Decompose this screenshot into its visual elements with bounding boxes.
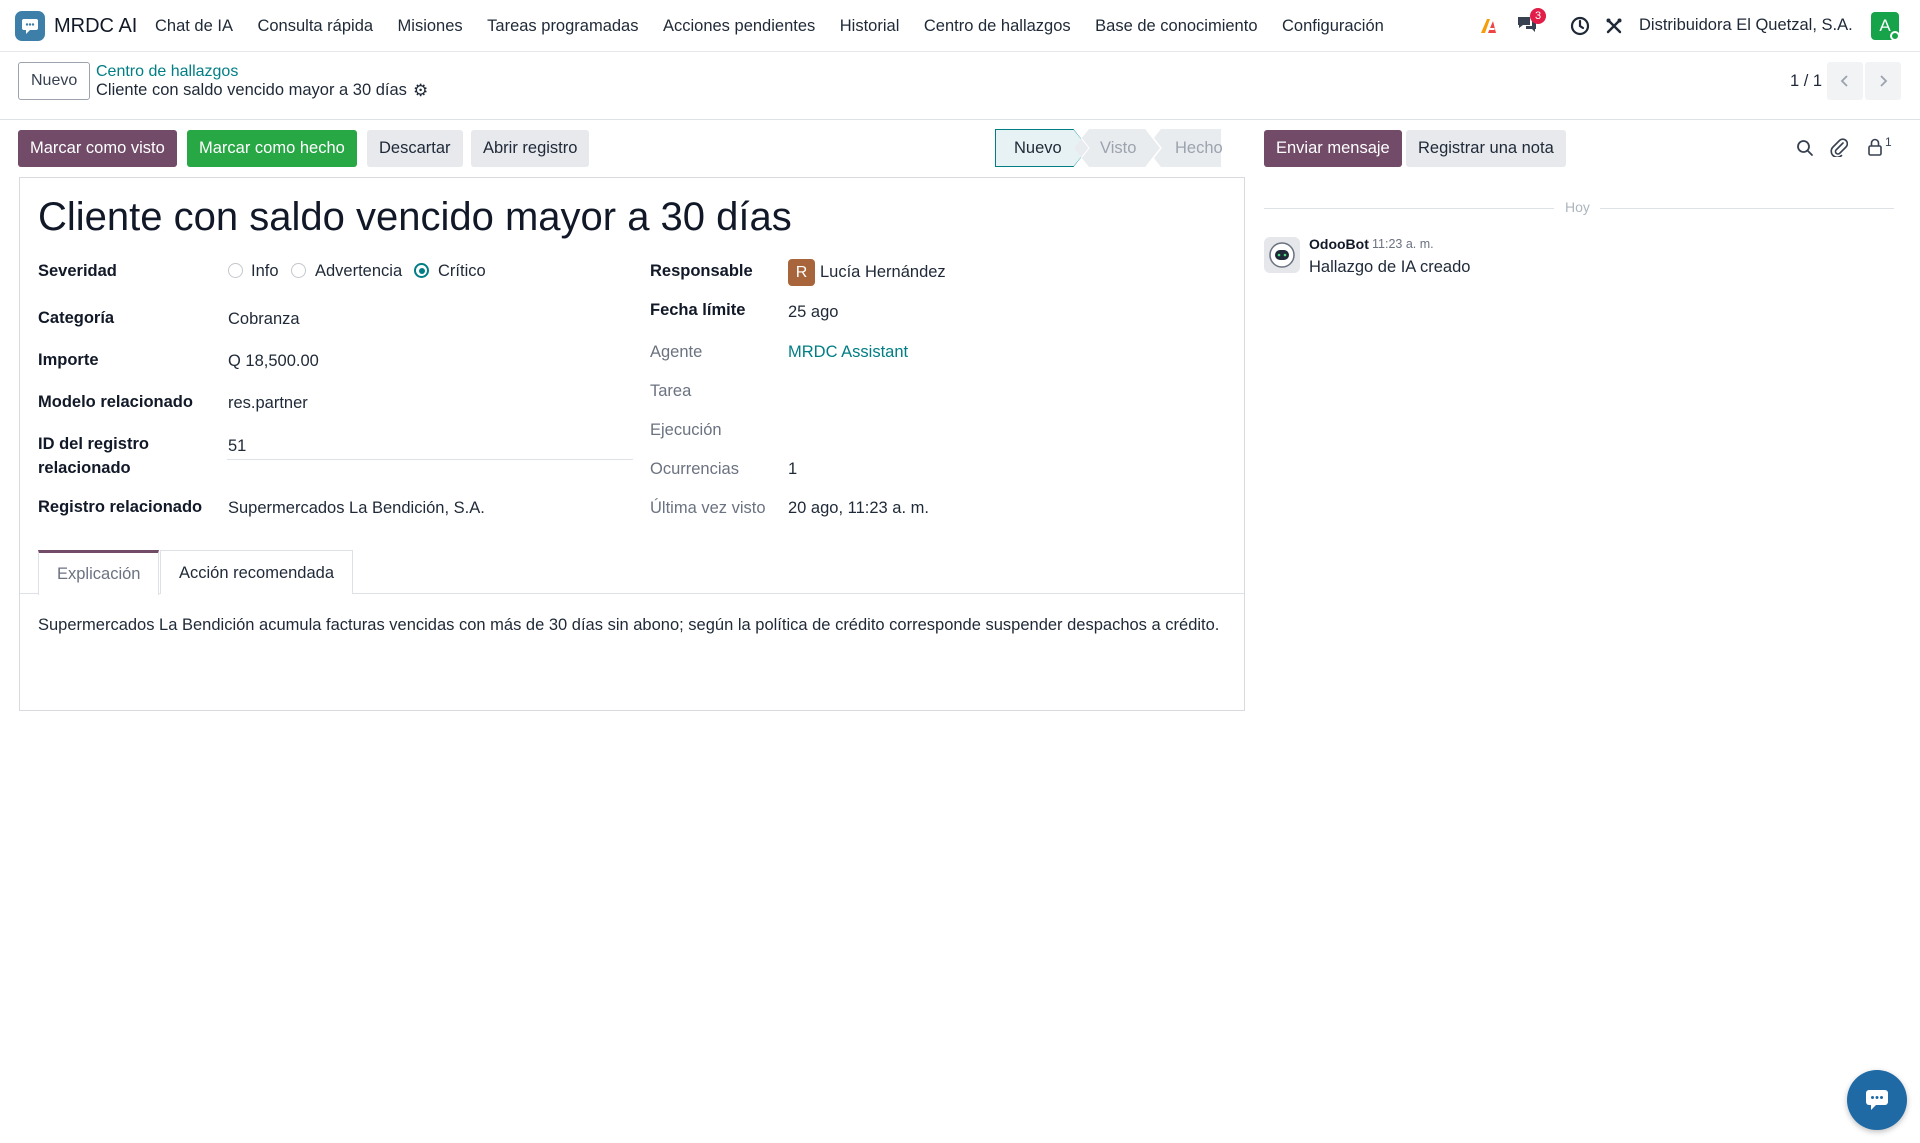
mark-done-button[interactable]: Marcar como hecho [187,130,357,167]
company-switcher[interactable]: Distribuidora El Quetzal, S.A. [1639,16,1853,35]
responsible-label: Responsable [650,262,753,280]
discard-button[interactable]: Descartar [367,130,463,167]
menu-item-base-conocimiento[interactable]: Base de conocimiento [1095,17,1257,36]
last-seen-value: 20 ago, 11:23 a. m. [788,499,929,517]
chevron-left-icon [1840,75,1848,87]
severity-radio-info[interactable] [228,263,243,278]
new-record-button[interactable]: Nuevo [18,62,91,100]
odoobot-avatar [1264,237,1300,273]
debug-tools-icon[interactable] [1605,0,1623,52]
menu-item-acciones-pendientes[interactable]: Acciones pendientes [663,17,815,36]
task-label: Tarea [650,382,692,400]
messages-icon[interactable]: 3 [1516,0,1547,52]
date-separator-line-left [1264,208,1554,209]
followers-lock-icon[interactable] [1866,137,1884,162]
tab-explicacion[interactable]: Explicación [38,550,160,595]
menu-item-historial[interactable]: Historial [840,17,900,36]
control-panel: Nuevo Centro de hallazgos Cliente con sa… [0,52,1920,120]
pager-next-button[interactable] [1865,62,1901,100]
agent-label: Agente [650,343,703,361]
message-body: Hallazgo de IA creado [1309,258,1471,276]
chevron-right-icon [1880,75,1888,87]
agent-link[interactable]: MRDC Assistant [788,343,908,362]
messages-count-badge: 3 [1530,7,1547,24]
send-message-button[interactable]: Enviar mensaje [1264,130,1402,167]
menu-item-misiones[interactable]: Misiones [398,17,463,36]
deadline-label: Fecha límite [650,301,746,319]
main-menu: Chat de IA Consulta rápida Misiones Tare… [155,0,1408,52]
date-separator-line-right [1600,208,1894,209]
related-id-input[interactable]: 51 [228,437,246,456]
severity-option-info[interactable]: Info [251,262,279,281]
related-model-label: Modelo relacionado [38,393,193,411]
tab-accion-recomendada[interactable]: Acción recomendada [160,550,354,594]
severity-radio-advertencia[interactable] [291,263,306,278]
menu-item-tareas-programadas[interactable]: Tareas programadas [487,17,638,36]
online-status-icon [1890,31,1900,41]
menu-item-chat-ia[interactable]: Chat de IA [155,17,233,36]
responsible-avatar: R [788,259,815,286]
stage-nuevo[interactable]: Nuevo [1014,129,1062,167]
severity-radio-critico[interactable] [414,263,429,278]
related-id-underline [227,459,633,460]
livechat-button[interactable] [1847,1070,1907,1130]
amount-value[interactable]: Q 18,500.00 [228,352,319,371]
menu-item-consulta-rapida[interactable]: Consulta rápida [257,17,373,36]
app-logo-icon[interactable] [15,11,45,41]
severity-option-critico[interactable]: Crítico [438,262,486,281]
related-model-value[interactable]: res.partner [228,394,308,413]
occurrences-value: 1 [788,460,798,478]
search-icon[interactable] [1796,139,1814,162]
related-record-value[interactable]: Supermercados La Bendición, S.A. [228,499,485,518]
open-record-button[interactable]: Abrir registro [471,130,590,167]
breadcrumb-parent-link[interactable]: Centro de hallazgos [96,63,238,81]
related-record-label: Registro relacionado [38,498,203,516]
form-sheet: Cliente con saldo vencido mayor a 30 día… [19,177,1245,711]
related-id-label-line2: relacionado [38,459,131,477]
top-navbar: MRDC AI Chat de IA Consulta rápida Misio… [0,0,1920,52]
activity-clock-icon[interactable] [1570,0,1590,52]
message-time: 11:23 a. m. [1372,237,1434,251]
chat-bubble-icon [1866,1090,1888,1110]
ai-assistant-icon[interactable] [1478,0,1500,52]
pager-previous-button[interactable] [1827,62,1863,100]
message-author[interactable]: OdooBot [1309,236,1369,252]
occurrences-label: Ocurrencias [650,460,739,478]
severity-option-advertencia[interactable]: Advertencia [315,262,402,281]
last-seen-label: Última vez visto [650,499,766,517]
severity-label: Severidad [38,262,117,280]
stage-visto[interactable]: Visto [1100,129,1136,167]
deadline-value[interactable]: 25 ago [788,303,838,322]
app-name[interactable]: MRDC AI [54,15,137,38]
followers-count: 1 [1885,135,1892,149]
menu-item-centro-hallazgos[interactable]: Centro de hallazgos [924,17,1071,36]
category-value[interactable]: Cobranza [228,310,300,329]
paperclip-icon[interactable] [1830,137,1849,162]
mark-seen-button[interactable]: Marcar como visto [18,130,177,167]
explanation-text: Supermercados La Bendición acumula factu… [38,616,1220,634]
responsible-value[interactable]: Lucía Hernández [820,263,946,282]
log-note-button[interactable]: Registrar una nota [1406,130,1566,167]
menu-item-configuracion[interactable]: Configuración [1282,17,1384,36]
execution-label: Ejecución [650,421,722,439]
record-title[interactable]: Cliente con saldo vencido mayor a 30 día… [38,195,792,240]
related-id-label-line1: ID del registro [38,435,149,453]
stage-hecho[interactable]: Hecho [1175,129,1223,167]
pager-value[interactable]: 1 / 1 [1790,72,1822,91]
date-separator-label: Hoy [1565,199,1590,215]
gear-icon[interactable]: ⚙ [413,81,428,101]
category-label: Categoría [38,309,115,327]
breadcrumb-current: Cliente con saldo vencido mayor a 30 día… [96,81,407,99]
amount-label: Importe [38,351,99,369]
